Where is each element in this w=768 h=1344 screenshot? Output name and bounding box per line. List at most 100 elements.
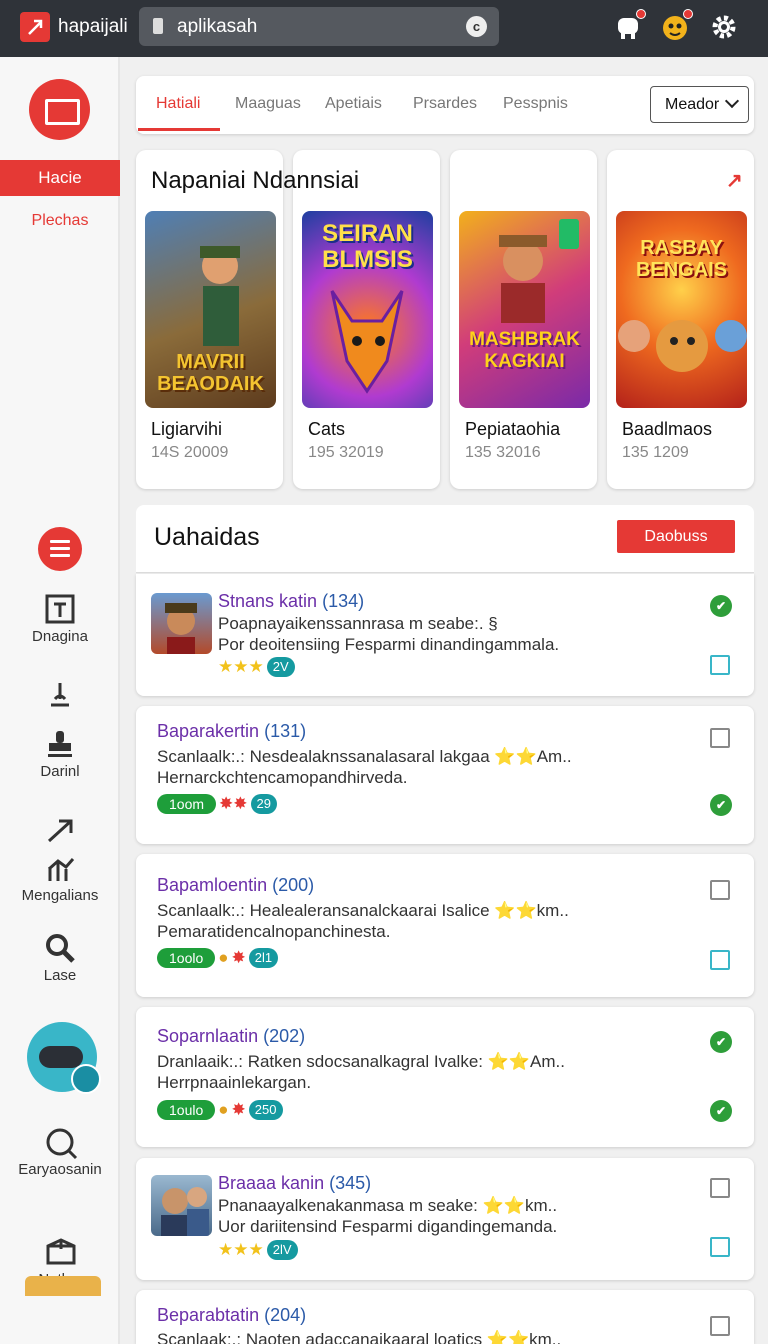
sidebar-item-label: Mengalians — [21, 887, 99, 904]
game-card[interactable]: MASHBRAK KAGKIAI Pepiataohia 135 32016 — [450, 150, 597, 489]
item-tag: 1oulo — [157, 1100, 216, 1120]
list-item[interactable]: Soparnlaatin (202) Dranlaaik:.: Ratken s… — [136, 1007, 754, 1147]
item-checkbox[interactable] — [710, 950, 730, 970]
tab-apetiais[interactable]: Apetiais — [325, 95, 382, 113]
status-check-icon[interactable]: ✔ — [710, 794, 732, 816]
sidebar-logo-icon[interactable] — [29, 79, 90, 140]
item-title: Braaaa kanin (345) — [218, 1173, 372, 1193]
sidebar-item-label: Dnagina — [32, 628, 88, 645]
sidebar-tab-active[interactable]: Hacie — [0, 160, 120, 196]
item-title: Bapamloentin (200) — [157, 875, 315, 895]
calendar-icon — [45, 594, 75, 624]
sidebar-item-label: Earyaosanin — [18, 1161, 102, 1178]
avatar-icon[interactable] — [660, 9, 693, 42]
item-line-1: Dranlaaik:.: Ratken sdocsanalkagral Ival… — [157, 1052, 565, 1071]
game-cover-title: MASHBRAK KAGKIAI — [469, 329, 580, 372]
sort-dropdown[interactable]: Meador — [650, 86, 749, 123]
star-icon: ● — [218, 1100, 229, 1119]
item-line-1: Pnanaayalkenakanmasa m seake: ⭐⭐km.. — [218, 1196, 558, 1215]
sidebar-item-label: Darinl — [40, 763, 80, 780]
sidebar-item-darinl[interactable]: Darinl — [0, 729, 120, 780]
item-badge: 2lV — [266, 1240, 298, 1260]
item-checkbox[interactable] — [710, 1316, 730, 1336]
game-cover-title: MAVRII BEAODAIK — [157, 351, 264, 395]
list-item[interactable]: Braaaa kanin (345) Pnanaayalkenakanmasa … — [136, 1158, 754, 1280]
status-check-icon[interactable]: ✔ — [710, 1031, 732, 1053]
item-line-1: Poapnayaikenssannrasa m seabe:. § — [218, 614, 498, 633]
list-item[interactable]: Stnans katin (134) Poapnayaikenssannrasa… — [136, 574, 754, 696]
gear-icon[interactable] — [709, 12, 739, 42]
dropdown-value: Meador — [665, 96, 720, 113]
item-title: Baparakertin (131) — [157, 721, 307, 741]
item-line-1: Scanlaalk:.: Healealeransanalckaarai Isa… — [157, 901, 569, 920]
status-check-icon[interactable]: ✔ — [710, 595, 732, 617]
item-checkbox[interactable] — [710, 1237, 730, 1257]
item-line-2: Herrpnaainlekargan. — [157, 1073, 312, 1092]
item-line-2: Uor dariitensind Fesparmi digandingemand… — [218, 1217, 558, 1236]
game-cover: MAVRII BEAODAIK — [145, 211, 276, 408]
item-line-1: Scanlaak:.: Naoten adaccanaikaaral loati… — [157, 1330, 562, 1344]
box-icon — [45, 1237, 76, 1267]
sidebar-item-deco — [0, 679, 120, 709]
sidebar-item-dnagina[interactable]: Dnagina — [0, 594, 120, 645]
sidebar-item-lase[interactable]: Lase — [0, 933, 120, 984]
item-tag: 1oolo — [157, 948, 216, 968]
item-checkbox[interactable] — [710, 1178, 730, 1198]
item-line-1: Scanlaalk:.: Nesdealaknssanalasaral lakg… — [157, 747, 572, 766]
game-name: Pepiataohia — [465, 419, 561, 439]
item-chips: 1oom ✸✸ 29 — [157, 794, 277, 814]
list-action-button[interactable]: Daobuss — [617, 520, 735, 553]
avatar — [151, 593, 212, 654]
item-chips: ★★★ 2V — [218, 657, 295, 677]
star-icon: ✸ — [231, 1100, 246, 1119]
search-icon — [45, 933, 75, 963]
item-chips: 1oolo ● ✸ 2l1 — [157, 948, 279, 968]
game-name: Baadlmaos — [622, 419, 713, 439]
list-item[interactable]: Beparabtatin (204) Scanlaak:.: Naoten ad… — [136, 1290, 754, 1344]
list-item[interactable]: Baparakertin (131) Scanlaalk:.: Nesdeala… — [136, 706, 754, 844]
app-logo-icon[interactable] — [20, 12, 50, 42]
gamepad-icon[interactable] — [27, 1022, 101, 1094]
sidebar-thumbnail[interactable] — [25, 1276, 101, 1296]
item-checkbox[interactable] — [710, 655, 730, 675]
search-input[interactable]: aplikasah c — [139, 7, 499, 46]
game-card[interactable]: SEIRAN BLMSIS Cats 195 32019 — [293, 150, 440, 489]
game-card[interactable]: MAVRII BEAODAIK Ligiarvihi 14S 20009 — [136, 150, 283, 489]
tab-maaguas[interactable]: Maaguas — [235, 95, 301, 113]
star-icon: ✸✸ — [219, 794, 248, 813]
star-icon: ● — [218, 948, 229, 967]
item-title: Beparabtatin (204) — [157, 1305, 307, 1325]
menu-icon[interactable] — [38, 527, 82, 571]
chevron-down-icon — [724, 93, 740, 109]
sidebar-item-earyaosanin[interactable]: Earyaosanin — [0, 1127, 120, 1178]
active-tab-indicator — [138, 128, 220, 131]
game-cover: SEIRAN BLMSIS — [302, 211, 433, 408]
sidebar-tab[interactable]: Plechas — [0, 212, 120, 230]
game-card[interactable]: RASBAY BENGAIS Baadlmaos 135 1209 — [607, 150, 754, 489]
game-cover: RASBAY BENGAIS — [616, 211, 747, 408]
item-checkbox[interactable] — [710, 880, 730, 900]
item-chips: ★★★ 2lV — [218, 1240, 298, 1260]
search-value[interactable]: aplikasah — [177, 16, 257, 38]
section-title: Napaniai Ndannsiai — [151, 167, 360, 194]
game-number: 14S 20009 — [151, 444, 229, 461]
tab-hatiali[interactable]: Hatiali — [156, 95, 200, 113]
item-title: Soparnlaatin (202) — [157, 1026, 306, 1046]
item-checkbox[interactable] — [710, 728, 730, 748]
game-number: 195 32019 — [308, 444, 384, 461]
app-name: hapaijali — [58, 16, 128, 37]
sidebar: Hacie Plechas Dnagina Darinl Mengalians … — [0, 57, 120, 1344]
search-icon — [153, 18, 163, 34]
arrow-right-icon[interactable]: ↗ — [726, 168, 743, 193]
item-tag: 1oom — [157, 794, 217, 814]
notification-icon[interactable] — [613, 9, 646, 42]
clear-icon[interactable]: c — [466, 16, 487, 37]
list-item[interactable]: Bapamloentin (200) Scanlaalk:.: Healeale… — [136, 854, 754, 997]
item-line-2: Por deoitensiing Fesparmi dinandingammal… — [218, 635, 560, 654]
avatar-badge — [683, 9, 693, 19]
joystick-icon — [45, 679, 75, 709]
sidebar-item-mengalians[interactable]: Mengalians — [0, 815, 120, 904]
tab-pesspnis[interactable]: Pesspnis — [503, 95, 568, 113]
tab-prsardes[interactable]: Prsardes — [413, 95, 477, 113]
status-check-icon[interactable]: ✔ — [710, 1100, 732, 1122]
